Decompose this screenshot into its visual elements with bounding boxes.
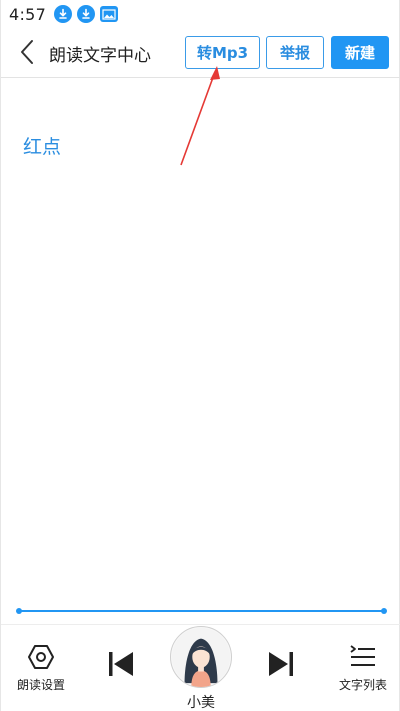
- text-list-label: 文字列表: [338, 678, 387, 692]
- back-button[interactable]: [15, 38, 39, 66]
- progress-end-handle[interactable]: [381, 608, 387, 614]
- previous-button[interactable]: [106, 650, 136, 678]
- status-bar: 4:57: [1, 0, 400, 28]
- progress-bar[interactable]: [16, 608, 387, 614]
- screen: 4:57 朗读文字中心 转Mp3 举报 新建 红点 朗读设置 小美 文字列表: [0, 0, 400, 711]
- skip-previous-icon: [109, 652, 133, 676]
- annotation-arrow: [180, 66, 220, 166]
- avatar-portrait-icon: [171, 627, 231, 687]
- skip-next-icon: [269, 652, 293, 676]
- download-icon: [77, 5, 96, 23]
- progress-start-handle[interactable]: [16, 608, 22, 614]
- report-button[interactable]: 举报: [266, 36, 324, 69]
- hexagon-settings-icon: [28, 645, 54, 669]
- voice-name: 小美: [187, 695, 215, 711]
- status-icons: [54, 5, 119, 23]
- text-list-button[interactable]: 文字列表: [334, 644, 392, 693]
- new-button[interactable]: 新建: [331, 36, 389, 69]
- reading-settings-label: 朗读设置: [16, 678, 65, 692]
- reading-settings-button[interactable]: 朗读设置: [13, 644, 69, 693]
- header: 朗读文字中心 转Mp3 举报 新建: [1, 30, 400, 76]
- convert-mp3-button[interactable]: 转Mp3: [185, 36, 260, 69]
- download-icon: [54, 5, 73, 23]
- next-button[interactable]: [266, 650, 296, 678]
- voice-selector[interactable]: 小美: [169, 626, 233, 711]
- list-icon: [350, 645, 375, 666]
- page-title: 朗读文字中心: [49, 46, 151, 66]
- bottom-divider: [1, 624, 400, 625]
- voice-avatar[interactable]: [170, 626, 232, 688]
- reading-text[interactable]: 红点: [23, 132, 61, 159]
- chevron-left-icon: [21, 40, 33, 64]
- status-time: 4:57: [9, 4, 47, 24]
- image-notification-icon: [100, 6, 119, 22]
- header-divider: [1, 77, 400, 78]
